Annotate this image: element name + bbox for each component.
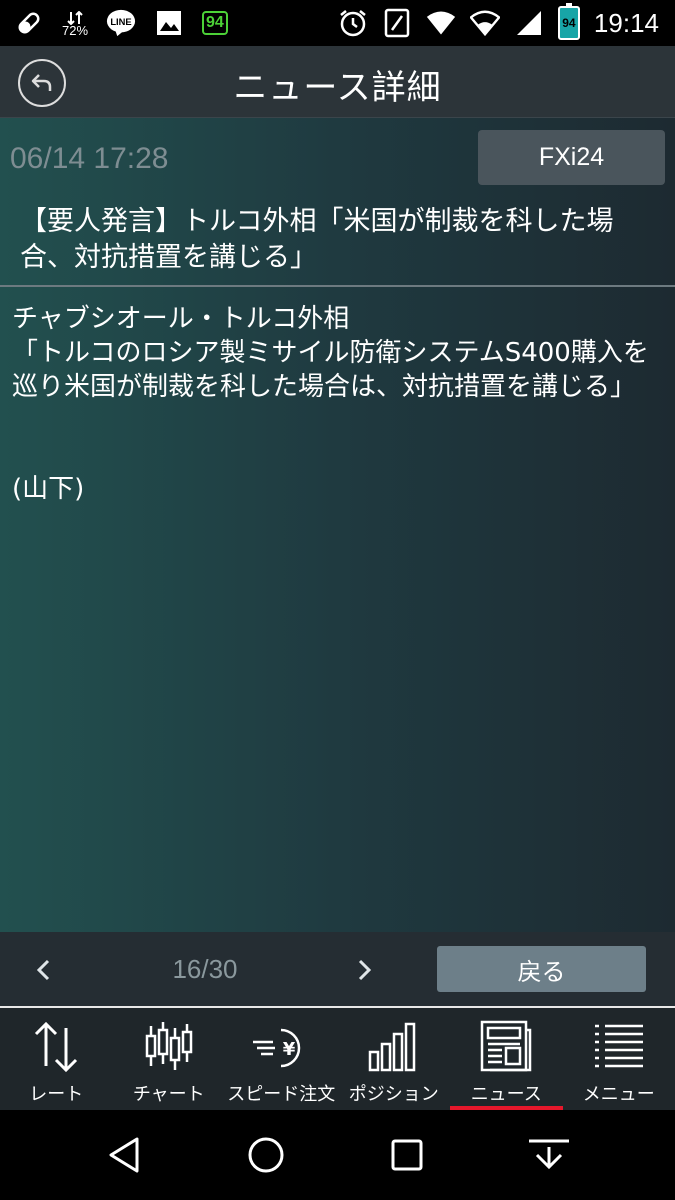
tab-rate[interactable]: レート (0, 1008, 113, 1110)
tab-position[interactable]: ポジション (338, 1008, 451, 1110)
news-pager: 16/30 戻る (0, 932, 675, 1008)
nfc-icon (382, 8, 412, 38)
clock: 19:14 (593, 7, 659, 38)
circle-home-icon (246, 1135, 286, 1175)
status-bar: 72% LINE 94 94 19:14 (0, 0, 675, 46)
tab-news[interactable]: ニュース (450, 1008, 563, 1110)
news-detail: 06/14 17:28 FXi24 【要人発言】トルコ外相「米国が制裁を科した場… (0, 118, 675, 932)
tab-label: ポジション (348, 1084, 439, 1105)
tab-label: レート (29, 1084, 84, 1105)
app-header: ニュース詳細 (0, 46, 675, 118)
data-percent-text: 72% (62, 22, 89, 38)
divider (0, 285, 675, 287)
newspaper-icon (476, 1016, 536, 1076)
tab-speed-order[interactable]: ¥ スピード注文 (225, 1008, 338, 1110)
news-body: チャブシオール・トルコ外相 「トルコのロシア製ミサイル防衛システムS400購入を… (12, 304, 649, 504)
nav-hide-button[interactable] (526, 1132, 572, 1178)
chevron-right-icon (357, 958, 373, 982)
news-datetime: 06/14 17:28 (10, 142, 169, 175)
nav-recents-button[interactable] (384, 1132, 430, 1178)
menu-list-icon (589, 1016, 649, 1076)
tab-label: スピード注文 (227, 1084, 336, 1105)
hide-nav-icon (525, 1135, 573, 1175)
speed-yen-icon: ¥ (251, 1016, 311, 1076)
nav-back-button[interactable] (102, 1132, 148, 1178)
bottom-tab-bar: レート チャート ¥ スピード注文 ポジション ニュース メニュー (0, 1008, 675, 1110)
rate-arrows-icon (26, 1016, 86, 1076)
signal-icon (514, 8, 544, 38)
triangle-back-icon (105, 1135, 145, 1175)
pill-icon (14, 8, 44, 38)
square-recents-icon (389, 1137, 425, 1173)
tab-chart[interactable]: チャート (113, 1008, 226, 1110)
next-news-button[interactable] (350, 952, 380, 988)
svg-text:¥: ¥ (283, 1039, 296, 1060)
tab-label: チャート (132, 1084, 205, 1105)
tab-label: ニュース (470, 1084, 542, 1105)
page-title: ニュース詳細 (233, 68, 442, 108)
alarm-icon (338, 8, 368, 38)
wifi-icon (469, 8, 500, 38)
page-counter: 16/30 (172, 954, 238, 984)
bar-chart-icon (364, 1016, 424, 1076)
line-label: LINE (110, 17, 131, 27)
data-speed-icon (67, 10, 83, 25)
battery-app-icon: 94 (202, 11, 228, 35)
chevron-left-icon (35, 958, 51, 982)
system-nav-bar (0, 1110, 675, 1200)
line-app-icon: LINE (106, 8, 136, 38)
tab-label: メニュー (582, 1084, 655, 1105)
data-speed-indicator: 72% (62, 10, 88, 37)
news-headline: 【要人発言】トルコ外相「米国が制裁を科した場合、対抗措置を講じる」 (20, 206, 614, 273)
previous-news-button[interactable] (28, 952, 58, 988)
nav-home-button[interactable] (243, 1132, 289, 1178)
return-button[interactable]: 戻る (437, 946, 646, 992)
candlestick-icon (139, 1016, 199, 1076)
battery-icon: 94 (557, 3, 580, 40)
wifi-call-icon (426, 8, 456, 38)
tab-menu[interactable]: メニュー (563, 1008, 675, 1110)
news-source-button[interactable]: FXi24 (478, 130, 665, 185)
gallery-icon (154, 8, 184, 38)
